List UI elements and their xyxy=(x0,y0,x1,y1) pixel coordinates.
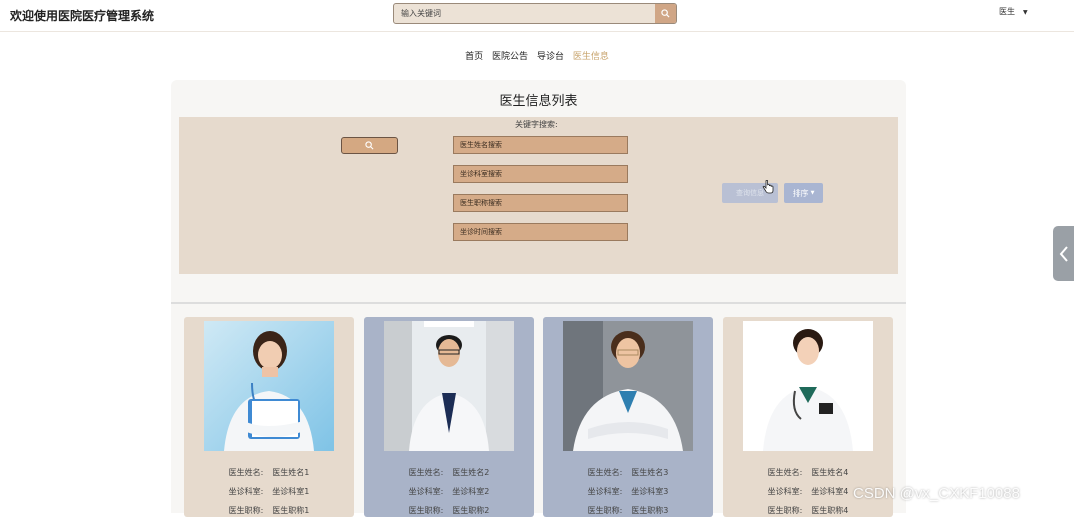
chevron-left-icon xyxy=(1059,245,1068,262)
side-toggle-tab[interactable] xyxy=(1053,226,1074,281)
doctor-card[interactable]: 医生姓名: 医生姓名1 坐诊科室: 坐诊科室1 医生职称: 医生职称1 xyxy=(184,317,354,517)
doctor-card[interactable]: 医生姓名: 医生姓名3 坐诊科室: 坐诊科室3 医生职称: 医生职称3 xyxy=(543,317,713,517)
top-bar: 欢迎使用医院医疗管理系统 医生 ▼ xyxy=(0,0,1074,32)
user-menu[interactable]: 医生 ▼ xyxy=(999,6,1028,17)
title-search[interactable] xyxy=(453,194,628,212)
department-value: 坐诊科室1 xyxy=(272,487,310,496)
caret-down-icon: ▼ xyxy=(1023,9,1028,16)
title-label: 医生职称: xyxy=(587,506,623,515)
main-nav: 首页 医院公告 导诊台 医生信息 xyxy=(0,49,1074,62)
doctor-name-value: 医生姓名1 xyxy=(272,468,310,477)
title-value: 医生职称4 xyxy=(811,506,849,515)
department-label: 坐诊科室: xyxy=(408,487,444,496)
sort-button-label: 排序 xyxy=(792,188,809,198)
user-menu-label: 医生 xyxy=(999,7,1015,16)
department-value: 坐诊科室2 xyxy=(452,487,490,496)
header-search-button[interactable] xyxy=(655,4,676,23)
doctor-info: 医生姓名: 医生姓名2 坐诊科室: 坐诊科室2 医生职称: 医生职称2 xyxy=(364,467,534,524)
doctor-name-value: 医生姓名2 xyxy=(452,468,490,477)
department-label: 坐诊科室: xyxy=(767,487,803,496)
doctor-info: 医生姓名: 医生姓名3 坐诊科室: 坐诊科室3 医生职称: 医生职称3 xyxy=(543,467,713,524)
doctor-list-panel: 医生信息列表 关键字搜索: 查询信息 排序▼ xyxy=(171,80,906,302)
title-value: 医生职称2 xyxy=(452,506,490,515)
search-icon xyxy=(365,141,374,150)
title-value: 医生职称1 xyxy=(272,506,310,515)
header-search-input[interactable] xyxy=(394,4,656,23)
doctor-photo xyxy=(204,321,334,451)
nav-item-doctors[interactable]: 医生信息 xyxy=(573,52,609,62)
watermark: CSDN @vx_CXKF10088 xyxy=(853,485,1020,502)
site-title: 欢迎使用医院医疗管理系统 xyxy=(10,9,155,23)
doctor-card[interactable]: 医生姓名: 医生姓名2 坐诊科室: 坐诊科室2 医生职称: 医生职称2 xyxy=(364,317,534,517)
header-search[interactable] xyxy=(393,3,677,24)
doctor-info: 医生姓名: 医生姓名1 坐诊科室: 坐诊科室1 医生职称: 医生职称1 xyxy=(184,467,354,524)
title-label: 医生职称: xyxy=(767,506,803,515)
doctor-name-value: 医生姓名4 xyxy=(811,468,849,477)
nav-item-guide[interactable]: 导诊台 xyxy=(537,52,564,62)
title-value: 医生职称3 xyxy=(631,506,669,515)
doctor-photo xyxy=(384,321,514,451)
sort-button[interactable]: 排序 ▼ xyxy=(784,183,823,203)
nav-item-home[interactable]: 首页 xyxy=(465,52,483,62)
doctor-name-label: 医生姓名: xyxy=(228,468,264,477)
page-title: 医生信息列表 xyxy=(499,94,578,109)
department-label: 坐诊科室: xyxy=(228,487,264,496)
caret-down-icon: ▼ xyxy=(810,190,815,196)
doctor-name-label: 医生姓名: xyxy=(408,468,444,477)
department-search[interactable] xyxy=(453,165,628,183)
department-label: 坐诊科室: xyxy=(587,487,623,496)
department-value: 坐诊科室3 xyxy=(631,487,669,496)
title-label: 医生职称: xyxy=(408,506,444,515)
title-label: 医生职称: xyxy=(228,506,264,515)
doctor-name-value: 医生姓名3 xyxy=(631,468,669,477)
keyword-label: 关键字搜索: xyxy=(515,120,558,129)
doctor-photo xyxy=(563,321,693,451)
doctor-name-search[interactable] xyxy=(453,136,628,154)
doctor-photo xyxy=(743,321,873,451)
hand-cursor-icon xyxy=(762,180,774,194)
filter-area: 关键字搜索: 查询信息 排序▼ xyxy=(179,117,898,274)
schedule-search[interactable] xyxy=(453,223,628,241)
search-icon xyxy=(661,9,670,18)
filter-search-button[interactable] xyxy=(341,137,398,154)
nav-item-notices[interactable]: 医院公告 xyxy=(492,52,528,62)
department-value: 坐诊科室4 xyxy=(811,487,849,496)
doctor-name-label: 医生姓名: xyxy=(587,468,623,477)
doctor-name-label: 医生姓名: xyxy=(767,468,803,477)
